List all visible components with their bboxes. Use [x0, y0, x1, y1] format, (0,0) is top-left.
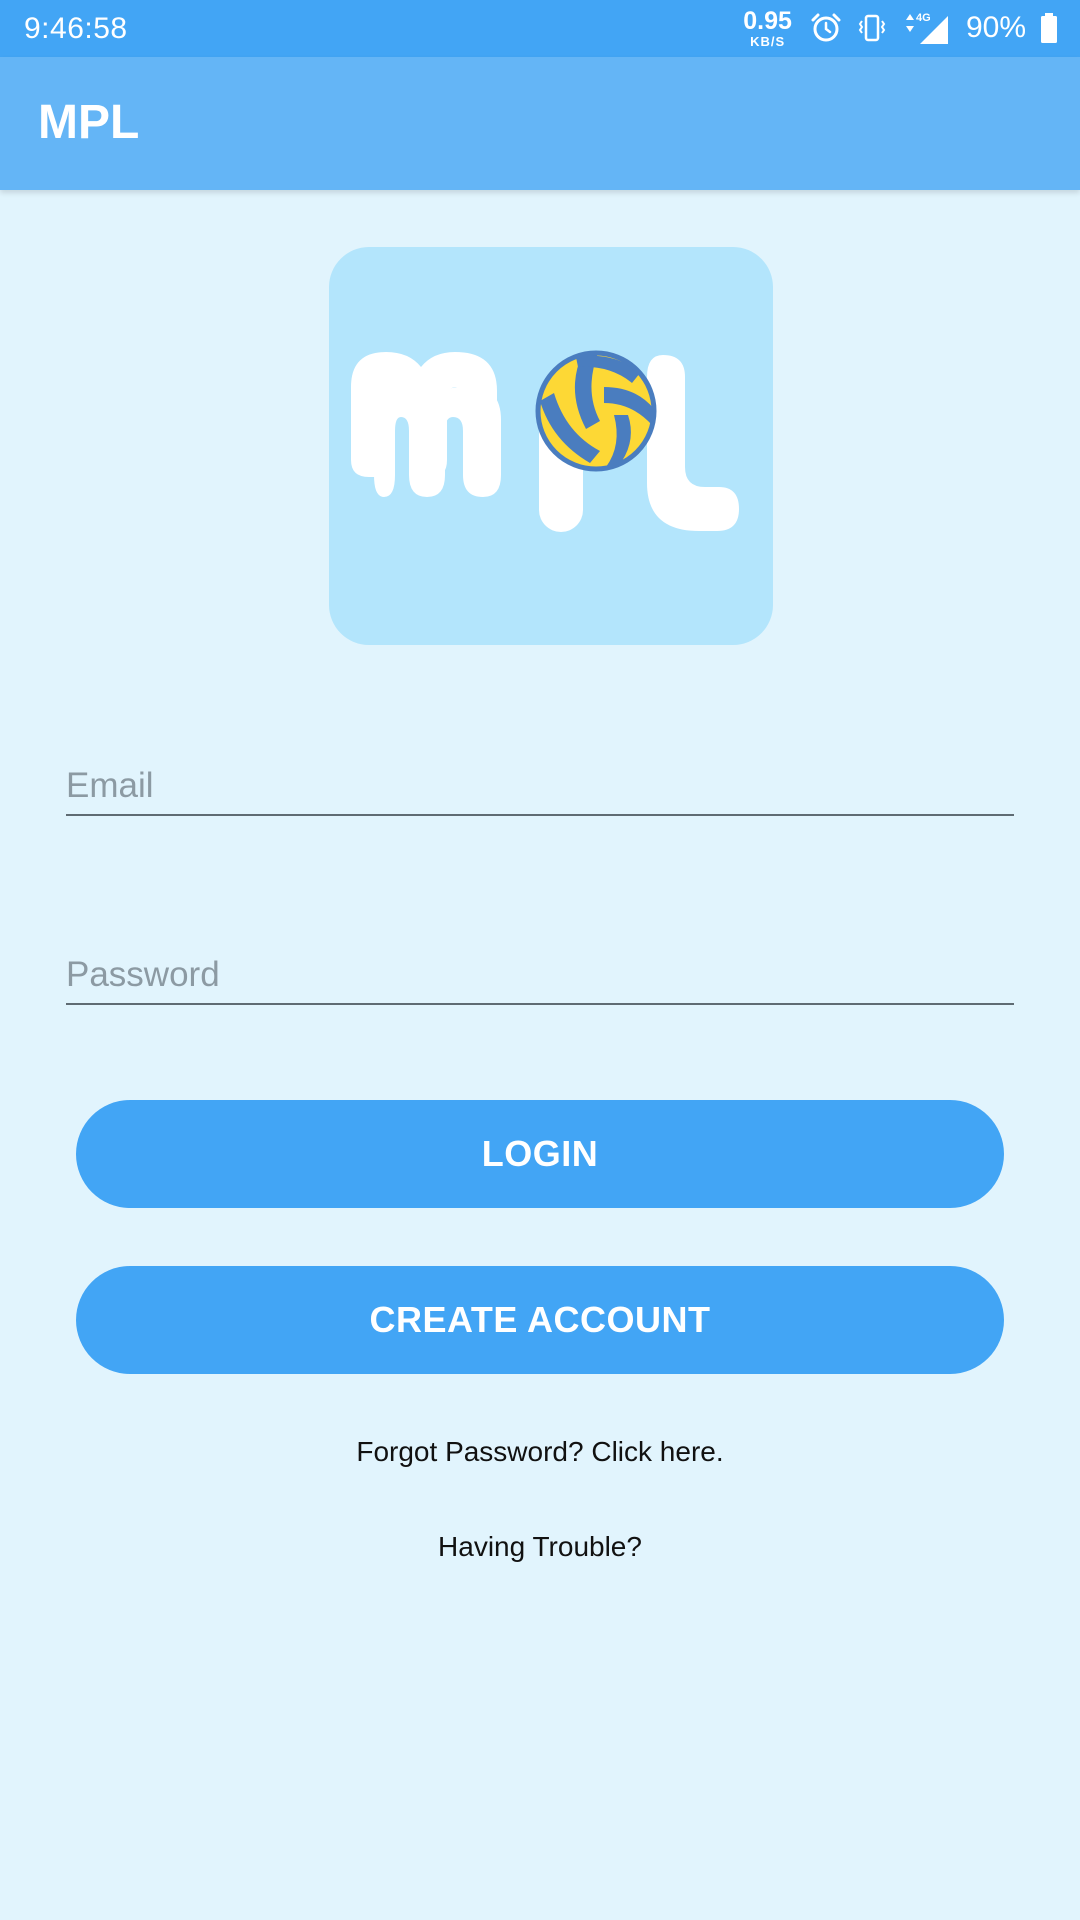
app-logo — [329, 247, 773, 645]
network-speed-value: 0.95 — [743, 6, 792, 35]
battery-percent: 90% — [965, 11, 1026, 44]
email-field — [66, 756, 1014, 816]
status-icons: 0.95 KB/S 4G 90% — [743, 8, 1058, 48]
password-input[interactable] — [66, 955, 1014, 995]
login-button[interactable]: LOGIN — [76, 1100, 1004, 1208]
signal-4g-icon: 4G — [905, 12, 948, 44]
having-trouble-link[interactable]: Having Trouble? — [0, 1531, 1080, 1563]
app-bar: MPL — [0, 57, 1080, 190]
status-bar: 9:46:58 0.95 KB/S 4G 90% — [0, 0, 1080, 57]
alarm-icon — [811, 13, 841, 42]
password-field — [66, 945, 1014, 1005]
email-input[interactable] — [66, 766, 1014, 806]
volleyball-icon — [535, 350, 657, 472]
network-speed: 0.95 KB/S — [743, 6, 792, 49]
vibrate-icon — [858, 14, 886, 42]
battery-icon — [1041, 13, 1057, 43]
network-type: 4G — [916, 12, 931, 24]
create-account-button[interactable]: CREATE ACCOUNT — [76, 1266, 1004, 1374]
forgot-password-link[interactable]: Forgot Password? Click here. — [0, 1436, 1080, 1468]
network-speed-unit: KB/S — [750, 33, 786, 49]
app-title: MPL — [38, 96, 140, 149]
status-time: 9:46:58 — [24, 12, 128, 45]
